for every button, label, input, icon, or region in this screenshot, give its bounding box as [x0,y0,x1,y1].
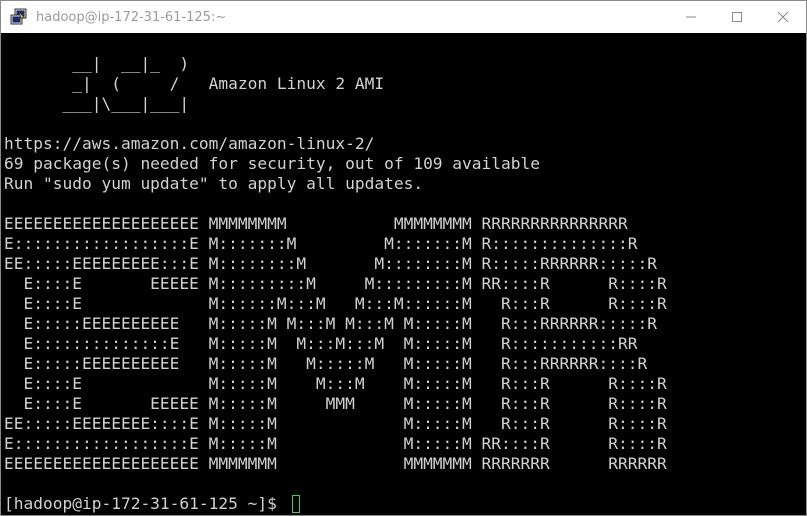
terminal-screen[interactable]: __| __|_ ) _| ( / Amazon Linux 2 AMI ___… [1,33,806,515]
putty-icon[interactable] [10,8,28,26]
terminal-output: __| __|_ ) _| ( / Amazon Linux 2 AMI ___… [4,54,667,513]
window-controls [668,1,806,33]
close-button[interactable] [760,1,806,33]
title-bar[interactable]: hadoop@ip-172-31-61-125:~ [1,1,806,33]
terminal-window: hadoop@ip-172-31-61-125:~ __| __|_ ) _| … [0,0,807,516]
window-title: hadoop@ip-172-31-61-125:~ [36,9,227,25]
maximize-icon [731,8,743,27]
maximize-button[interactable] [714,1,760,33]
terminal-cursor [292,495,300,513]
minimize-button[interactable] [668,1,714,33]
close-icon [777,8,789,27]
minimize-icon [685,8,697,27]
